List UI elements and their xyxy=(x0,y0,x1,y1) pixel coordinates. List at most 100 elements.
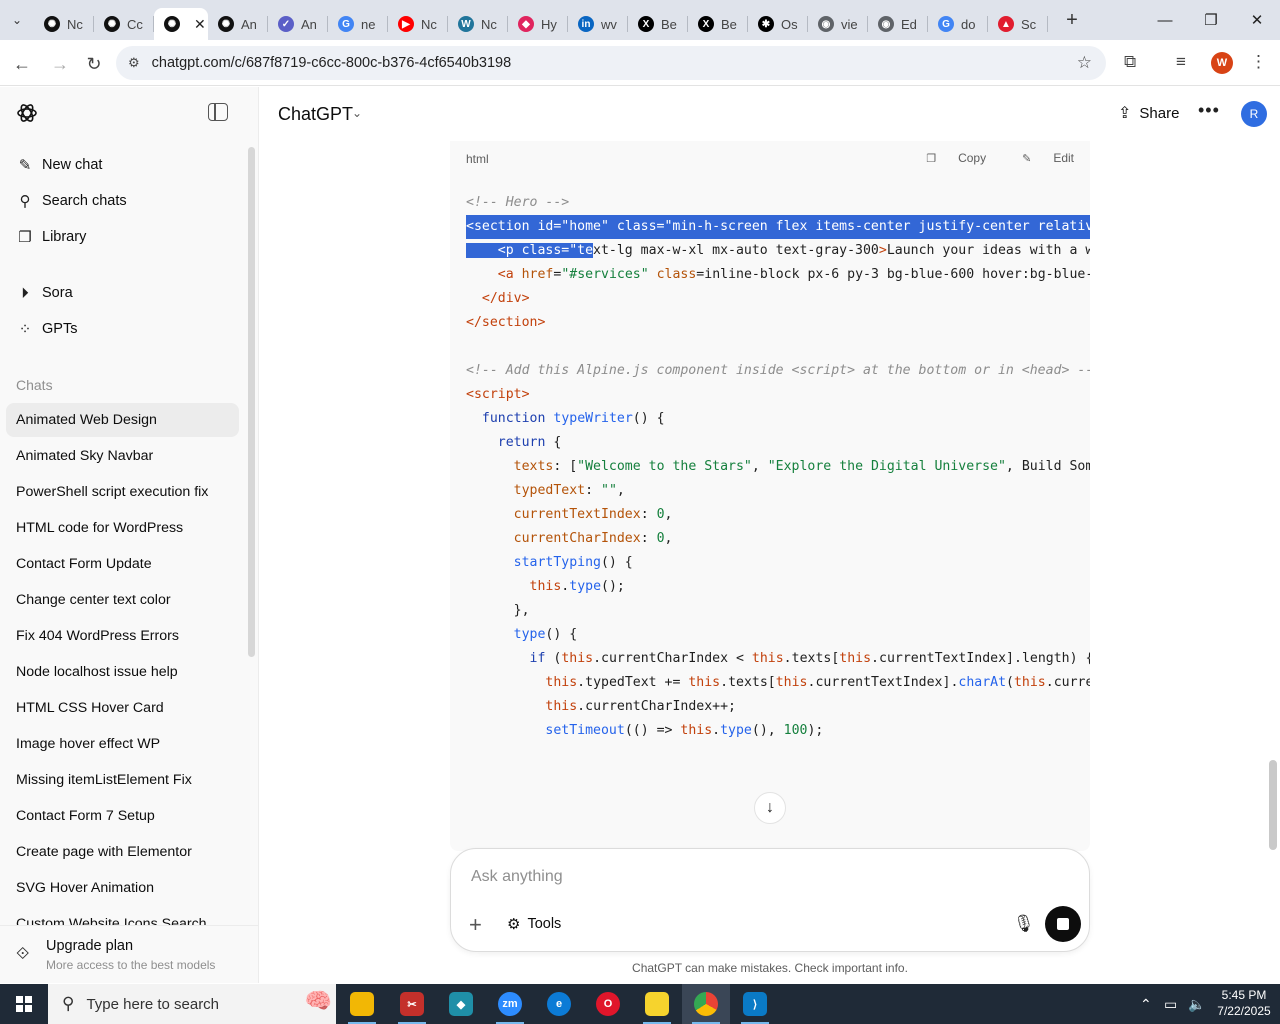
taskbar-opera[interactable]: O xyxy=(584,984,632,1024)
composer-input[interactable]: Ask anything xyxy=(471,868,563,886)
browser-tab[interactable]: ✺ ✕ xyxy=(154,8,208,40)
more-options-icon[interactable]: ••• xyxy=(1198,100,1220,121)
browser-tab[interactable]: ✱ Os xyxy=(748,8,808,40)
sidebar-chat-item[interactable]: SVG Hover Animation xyxy=(6,871,239,905)
tab-search-button[interactable]: ⌄ xyxy=(0,0,34,40)
scroll-to-bottom-button[interactable]: ↓ xyxy=(754,792,786,824)
start-button[interactable] xyxy=(0,984,48,1024)
sidebar-chat-item[interactable]: Animated Web Design xyxy=(6,403,239,437)
message-composer[interactable]: Ask anything + ⚙ Tools 🎙 xyxy=(450,848,1090,952)
sidebar-chat-item[interactable]: Contact Form Update xyxy=(6,547,239,581)
tab-title: Ed xyxy=(901,16,917,32)
tray-overflow-icon[interactable]: ⌃ xyxy=(1140,984,1152,1024)
model-selector[interactable]: ChatGPT xyxy=(278,104,353,125)
taskbar-snipping-tool[interactable]: ✂ xyxy=(388,984,436,1024)
browser-tab[interactable]: W Nc xyxy=(448,8,508,40)
chevron-down-icon[interactable]: ⌄ xyxy=(352,106,362,120)
browser-tab[interactable]: X Be xyxy=(628,8,688,40)
copy-code-button[interactable]: ❐ Copy xyxy=(908,151,986,165)
network-icon[interactable]: ▭ xyxy=(1164,984,1177,1024)
sidebar-chat-item[interactable]: HTML CSS Hover Card xyxy=(6,691,239,725)
volume-icon[interactable]: 🔈 xyxy=(1188,984,1205,1024)
sidebar-chat-item[interactable]: HTML code for WordPress xyxy=(6,511,239,545)
play-icon: ⏵ xyxy=(21,284,29,302)
code-content[interactable]: <!-- Hero --> <section id="home" class="m… xyxy=(466,191,1090,743)
minimize-button[interactable]: — xyxy=(1142,0,1188,40)
forward-button[interactable]: → xyxy=(46,50,74,78)
upgrade-icon: ⟐ xyxy=(16,944,30,963)
user-avatar[interactable]: R xyxy=(1241,101,1267,127)
browser-profile-avatar[interactable]: W xyxy=(1211,52,1233,74)
address-bar[interactable]: ⚙ chatgpt.com/c/687f8719-c6cc-800c-b376-… xyxy=(116,46,1106,80)
close-tab-icon[interactable]: ✕ xyxy=(194,16,206,33)
back-button[interactable]: ← xyxy=(8,50,36,78)
browser-tab[interactable]: ✺ Nc xyxy=(34,8,94,40)
taskbar-edge[interactable]: e xyxy=(535,984,583,1024)
sidebar-sora[interactable]: ⏵ Sora xyxy=(6,276,239,310)
restore-button[interactable]: ❐ xyxy=(1188,0,1234,40)
share-label: Share xyxy=(1139,104,1180,122)
upgrade-title: Upgrade plan xyxy=(46,938,134,954)
microphone-icon[interactable]: 🎙 xyxy=(1013,914,1035,934)
taskbar-app-diamond[interactable]: ◆ xyxy=(437,984,485,1024)
tab-title: ne xyxy=(361,16,376,32)
share-button[interactable]: ⇪ Share xyxy=(1118,103,1179,123)
browser-tab[interactable]: ✓ An xyxy=(268,8,328,40)
code-line: type() { xyxy=(513,627,578,642)
sidebar-chat-item[interactable]: Change center text color xyxy=(6,583,239,617)
taskbar-zoom[interactable]: zm xyxy=(486,984,534,1024)
site-info-icon[interactable]: ⚙ xyxy=(128,55,140,71)
bookmark-star-icon[interactable]: ☆ xyxy=(1077,53,1092,73)
toggle-sidebar-icon[interactable] xyxy=(208,103,228,121)
snipping-icon: ✂ xyxy=(400,992,424,1016)
sidebar-chat-item[interactable]: Image hover effect WP xyxy=(6,727,239,761)
upgrade-plan-button[interactable]: ⟐ Upgrade plan More access to the best m… xyxy=(0,925,258,983)
taskbar-clock[interactable]: 5:45 PM 7/22/2025 xyxy=(1212,987,1276,1019)
browser-tab[interactable]: Gdo xyxy=(928,8,988,40)
sidebar-header xyxy=(0,87,258,139)
browser-tab[interactable]: ▲ Sc xyxy=(988,8,1048,40)
sidebar-library[interactable]: ❐ Library xyxy=(6,220,239,254)
sidebar-gpts[interactable]: ⁘ GPTs xyxy=(6,312,239,346)
browser-menu-icon[interactable]: ⋮ xyxy=(1250,52,1267,72)
sidebar-chat-item[interactable]: Create page with Elementor xyxy=(6,835,239,869)
sidebar-chat-item[interactable]: PowerShell script execution fix xyxy=(6,475,239,509)
reload-button[interactable]: ↻ xyxy=(80,50,108,78)
sidebar-chat-item[interactable]: Fix 404 WordPress Errors xyxy=(6,619,239,653)
sidebar-chat-item[interactable]: Missing itemListElement Fix xyxy=(6,763,239,797)
browser-tab[interactable]: ◆ Hy xyxy=(508,8,568,40)
browser-tab[interactable]: ◉ vie xyxy=(808,8,868,40)
close-window-button[interactable]: ✕ xyxy=(1234,0,1280,40)
sidebar-chat-item[interactable]: Contact Form 7 Setup xyxy=(6,799,239,833)
sidebar-new-chat[interactable]: ✎ New chat xyxy=(6,148,239,182)
browser-tab[interactable]: X Be xyxy=(688,8,748,40)
sidebar-search-chats[interactable]: ⚲ Search chats xyxy=(6,184,239,218)
new-tab-button[interactable]: + xyxy=(1054,9,1090,32)
tab-title: Nc xyxy=(67,16,83,32)
sidebar-item-label: Search chats xyxy=(42,193,127,209)
extensions-icon[interactable]: ⧉ xyxy=(1124,52,1136,72)
edit-code-button[interactable]: ✎ Edit xyxy=(1004,151,1074,165)
browser-tab[interactable]: Gne xyxy=(328,8,388,40)
taskbar-vscode[interactable]: ⟩ xyxy=(731,984,779,1024)
sidebar-scrollbar[interactable] xyxy=(248,147,255,657)
browser-tab[interactable]: ✺ Cc xyxy=(94,8,154,40)
taskbar-chrome[interactable] xyxy=(682,984,730,1024)
tools-button[interactable]: ⚙ Tools xyxy=(507,915,561,933)
taskbar-sticky-notes[interactable] xyxy=(633,984,681,1024)
tab-favicon-icon: G xyxy=(938,16,954,32)
sidebar-chat-item[interactable]: Animated Sky Navbar xyxy=(6,439,239,473)
sidebar-chat-item[interactable]: Node localhost issue help xyxy=(6,655,239,689)
stop-generating-button[interactable] xyxy=(1045,906,1081,942)
browser-tab[interactable]: ▶ Nc xyxy=(388,8,448,40)
code-language-label: html xyxy=(466,152,489,166)
media-control-icon[interactable]: ≡ xyxy=(1176,52,1186,72)
attach-plus-icon[interactable]: + xyxy=(469,912,482,938)
browser-tab[interactable]: ✺ An xyxy=(208,8,268,40)
browser-tab[interactable]: ◉ Ed xyxy=(868,8,928,40)
browser-tab[interactable]: in wv xyxy=(568,8,628,40)
taskbar-file-explorer[interactable] xyxy=(338,984,386,1024)
openai-logo-icon[interactable] xyxy=(15,101,39,125)
taskbar-search[interactable]: ⚲ Type here to search 🧠 xyxy=(48,984,336,1024)
main-scrollbar[interactable] xyxy=(1269,760,1277,850)
